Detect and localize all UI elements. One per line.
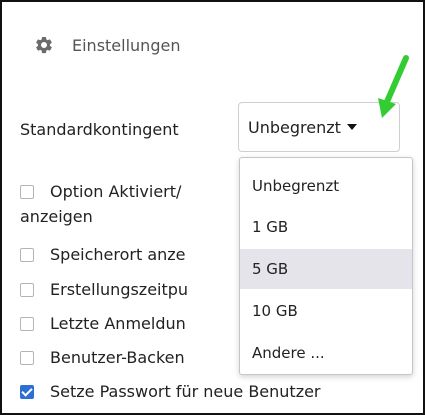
setting-row-user-backend: Benutzer-Backen xyxy=(20,348,185,367)
setting-label: Option Aktiviert/ xyxy=(50,182,182,201)
settings-title: Einstellungen xyxy=(72,35,181,55)
caret-down-icon xyxy=(346,124,357,130)
quota-option-10gb[interactable]: 10 GB xyxy=(240,291,412,331)
settings-header: Einstellungen xyxy=(34,32,180,58)
quota-option-other[interactable]: Andere ... xyxy=(240,333,412,373)
setting-checkbox[interactable] xyxy=(20,316,34,331)
setting-checkbox[interactable] xyxy=(20,184,34,199)
setting-row-creation-time: Erstellungszeitpu xyxy=(20,280,188,299)
green-arrow-icon xyxy=(378,55,409,118)
quota-option-unlimited[interactable]: Unbegrenzt xyxy=(240,166,412,206)
setting-row-last-login: Letzte Anmeldun xyxy=(20,314,186,333)
setting-checkbox[interactable] xyxy=(20,350,34,365)
default-quota-label: Standardkontingent xyxy=(20,120,179,139)
setting-label: Setze Passwort für neue Benutzer xyxy=(50,382,321,401)
default-quota-value: Unbegrenzt xyxy=(248,117,341,137)
setting-row-enabled-option: Option Aktiviert/ xyxy=(20,182,181,201)
quota-option-1gb[interactable]: 1 GB xyxy=(240,207,412,247)
settings-panel: Einstellungen Standardkontingent Unbegre… xyxy=(0,0,425,415)
setting-checkbox[interactable] xyxy=(20,282,34,297)
setting-label: Letzte Anmeldun xyxy=(50,314,186,333)
quota-dropdown-menu: Unbegrenzt 1 GB 5 GB 10 GB Andere ... xyxy=(239,157,413,375)
quota-option-5gb[interactable]: 5 GB xyxy=(240,249,412,289)
setting-label: Erstellungszeitpu xyxy=(50,280,189,299)
setting-checkbox-checked[interactable] xyxy=(20,384,34,399)
setting-label: Benutzer-Backen xyxy=(50,348,185,367)
setting-label-continuation: anzeigen xyxy=(20,207,93,226)
setting-row-set-password: Setze Passwort für neue Benutzer xyxy=(20,382,321,401)
setting-row-storage-location: Speicherort anze xyxy=(20,245,186,264)
setting-checkbox[interactable] xyxy=(20,247,34,262)
gear-icon xyxy=(36,36,52,54)
setting-label: Speicherort anze xyxy=(50,245,186,264)
